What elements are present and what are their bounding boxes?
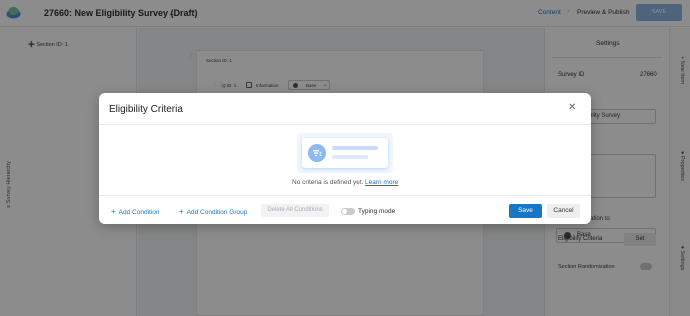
add-condition-group-label: Add Condition Group [186,209,248,216]
empty-state-illustration [297,133,393,173]
save-button[interactable]: Save [509,204,542,218]
add-condition-label: Add Condition [118,209,160,216]
add-condition-button[interactable]: + Add Condition [111,207,160,216]
empty-state-text: No criteria is defined yet. [292,179,364,186]
add-condition-group-button[interactable]: + Add Condition Group [179,207,247,216]
close-icon[interactable]: ✕ [568,102,576,113]
placeholder-line [332,155,368,159]
typing-mode-label: Typing mode [358,208,396,215]
learn-more-link[interactable]: Learn more [365,179,398,186]
cancel-button[interactable]: Cancel [547,204,580,218]
dialog-title: Eligibility Criteria [109,104,183,115]
placeholder-line [332,146,378,150]
divider [99,195,591,196]
empty-state-card [302,138,388,168]
typing-mode-toggle[interactable] [341,208,355,215]
plus-icon: + [111,207,116,216]
plus-icon: + [179,207,184,216]
filter-icon [308,144,326,162]
eligibility-criteria-dialog: Eligibility Criteria ✕ No criteria is de… [99,93,591,224]
delete-all-conditions-button[interactable]: Delete All Conditions [261,204,329,217]
divider [99,124,591,125]
